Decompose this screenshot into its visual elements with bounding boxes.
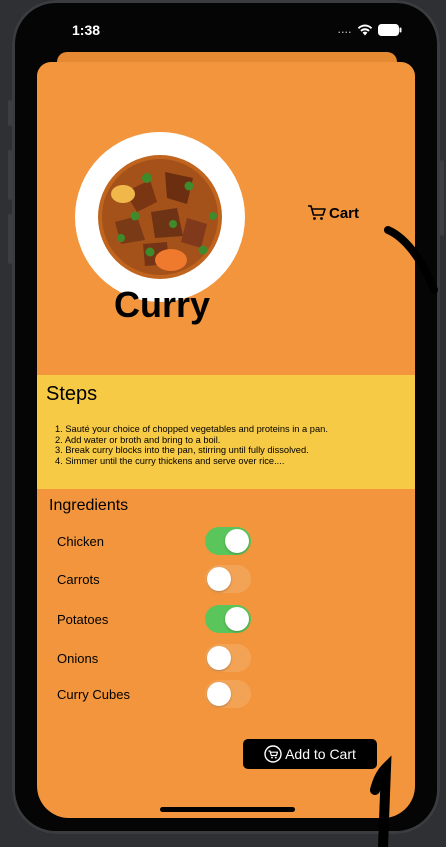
page-title: Curry [113,284,211,325]
toggle-knob [207,567,231,591]
cart-circle-icon [264,745,282,763]
step-item: 2. Add water or broth and bring to a boi… [55,434,221,445]
curry-bowl-image [75,132,245,302]
ingredient-row-curry-cubes: Curry Cubes [37,680,415,710]
ingredient-label: Carrots [57,572,100,587]
toggle-carrots[interactable] [205,565,251,593]
ingredient-label: Potatoes [57,612,109,627]
side-button [8,100,12,126]
steps-title: Steps [46,383,98,405]
cart-icon [308,205,326,220]
toggle-knob [225,607,249,631]
ingredients-title: Ingredients [49,497,129,514]
ingredient-row-onions: Onions [37,644,415,674]
side-button [8,150,12,200]
status-time: 1:38 [72,22,101,38]
cart-label: Cart [329,204,360,222]
status-bar: 1:38 .... [72,22,402,42]
battery-icon [378,24,402,36]
ingredient-row-potatoes: Potatoes [37,605,415,635]
ingredient-row-chicken: Chicken [37,527,415,557]
toggle-knob [207,682,231,706]
device-frame: 1:38 .... Cart Curry Steps 1. Sauté your… [0,0,446,847]
ingredient-label: Onions [57,651,99,666]
step-item: 4. Simmer until the curry thickens and s… [55,455,285,466]
cart-link[interactable]: Cart [307,204,359,222]
ingredient-label: Curry Cubes [57,687,130,702]
side-button [8,214,12,264]
toggle-onions[interactable] [205,644,251,672]
step-item: 1. Sauté your choice of chopped vegetabl… [55,424,328,434]
toggle-knob [225,529,249,553]
steps-panel: Steps 1. Sauté your choice of chopped ve… [37,375,415,489]
add-to-cart-label: Add to Cart [285,746,356,762]
steps-list: 1. Sauté your choice of chopped vegetabl… [55,424,328,466]
ingredient-label: Chicken [57,534,104,549]
step-item: 3. Break curry blocks into the pan, stir… [55,445,309,456]
status-icons: .... [338,24,402,36]
toggle-potatoes[interactable] [205,605,251,633]
recipe-sheet: Cart Curry Steps 1. Sauté your choice of… [37,62,415,818]
ingredient-row-carrots: Carrots [37,565,415,595]
wifi-icon [357,24,373,36]
add-to-cart-button[interactable]: Add to Cart [243,739,377,769]
side-button [440,160,444,236]
toggle-chicken[interactable] [205,527,251,555]
toggle-curry-cubes[interactable] [205,680,251,708]
signal-dots-icon: .... [337,25,352,35]
toggle-knob [207,646,231,670]
home-indicator [160,807,295,812]
